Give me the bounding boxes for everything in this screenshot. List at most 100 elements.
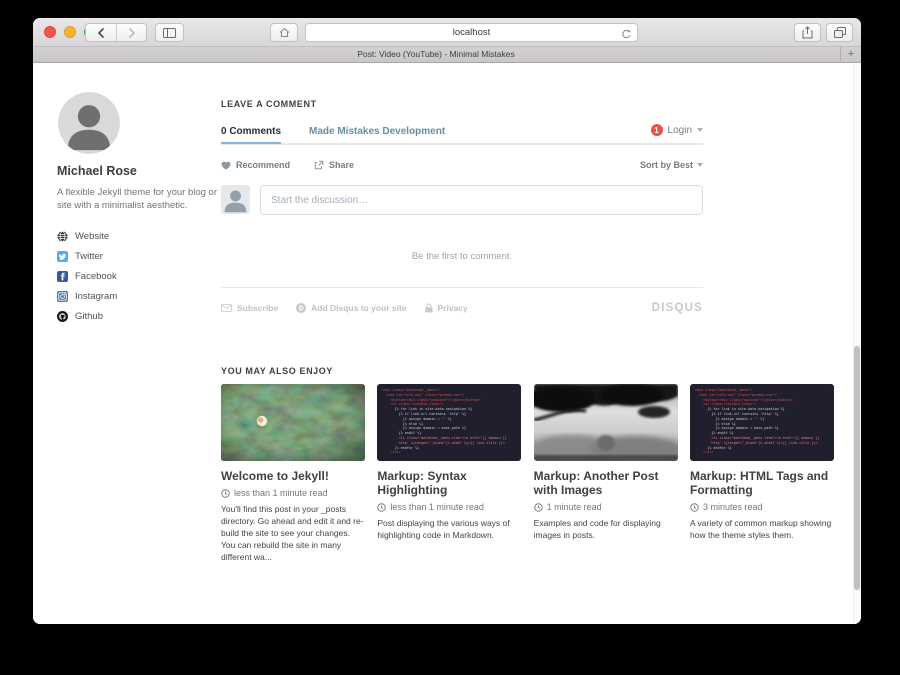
sort-label: Sort by Best xyxy=(640,160,693,170)
disqus-logo[interactable]: DISQUS xyxy=(652,302,703,314)
facebook-icon xyxy=(57,271,68,282)
browser-toolbar: localhost xyxy=(33,18,861,47)
divider xyxy=(221,287,703,288)
safari-window: localhost Post: Video (YouTube) - Minima… xyxy=(33,18,861,624)
privacy-label: Privacy xyxy=(438,303,468,313)
page-content: Michael Rose A flexible Jekyll theme for… xyxy=(33,63,861,624)
login-menu[interactable]: 1 Login xyxy=(651,124,703,136)
moss-photo xyxy=(221,384,365,461)
subscribe-link[interactable]: Subscribe xyxy=(221,303,278,313)
share-label: Share xyxy=(329,160,354,170)
community-link[interactable]: Made Mistakes Development xyxy=(309,126,445,137)
author-sidebar: Michael Rose A flexible Jekyll theme for… xyxy=(57,92,219,326)
recommend-button[interactable]: Recommend xyxy=(221,160,290,170)
code-screenshot: <div class="masthead__menu"> <nav id="si… xyxy=(377,384,521,461)
sidebar-link-label: Website xyxy=(75,231,109,242)
scrollbar-thumb[interactable] xyxy=(854,346,860,590)
chevron-right-icon xyxy=(128,28,136,38)
address-bar[interactable]: localhost xyxy=(305,23,638,42)
sort-by-best-dropdown[interactable]: Sort by Best xyxy=(640,160,703,170)
forward-button[interactable] xyxy=(116,24,146,41)
minimize-window-button[interactable] xyxy=(64,26,76,38)
login-label: Login xyxy=(668,125,692,136)
read-time: 1 minute read xyxy=(534,502,678,512)
author-bio: A flexible Jekyll theme for your blog or… xyxy=(57,186,219,212)
disqus-actions: Recommend Share Sort by Best xyxy=(221,157,703,173)
related-post-card[interactable]: Welcome to Jekyll! less than 1 minute re… xyxy=(221,384,365,563)
clock-icon xyxy=(534,503,543,512)
post-excerpt: A variety of common markup showing how t… xyxy=(690,517,834,541)
tab-overview-button[interactable] xyxy=(826,23,853,42)
sidebar-icon xyxy=(163,28,176,38)
sidebar-item-facebook[interactable]: Facebook xyxy=(57,266,219,286)
disqus-d-icon xyxy=(296,303,306,313)
subscribe-label: Subscribe xyxy=(237,303,278,313)
desktop-background: localhost Post: Video (YouTube) - Minima… xyxy=(0,0,900,675)
post-title[interactable]: Markup: Another Post with Images xyxy=(534,469,678,497)
post-excerpt: You'll find this post in your _posts dir… xyxy=(221,503,365,563)
read-time-label: less than 1 minute read xyxy=(390,502,484,512)
post-title[interactable]: Markup: Syntax Highlighting xyxy=(377,469,521,497)
twitter-icon xyxy=(57,251,68,262)
comment-input[interactable] xyxy=(260,185,703,215)
back-button[interactable] xyxy=(86,24,116,41)
sidebar-link-label: Twitter xyxy=(75,251,103,262)
share-icon xyxy=(314,160,324,170)
add-disqus-label: Add Disqus to your site xyxy=(311,303,406,313)
author-name: Michael Rose xyxy=(57,164,219,178)
disqus-embed: 0 Comments Made Mistakes Development 1 L… xyxy=(221,119,703,145)
instagram-icon xyxy=(57,291,68,302)
globe-icon xyxy=(57,231,68,242)
share-comment-button[interactable]: Share xyxy=(314,160,354,170)
avatar xyxy=(58,92,120,154)
close-window-button[interactable] xyxy=(44,26,56,38)
share-upload-icon xyxy=(802,26,813,39)
you-may-also-enjoy-heading: YOU MAY ALSO ENJOY xyxy=(221,366,333,376)
read-time: 3 minutes read xyxy=(690,502,834,512)
related-post-card[interactable]: <div class="masthead__menu"> <nav id="si… xyxy=(690,384,834,563)
disqus-footer: Subscribe Add Disqus to your site Privac… xyxy=(221,300,703,316)
sidebar-item-github[interactable]: Github xyxy=(57,306,219,326)
person-silhouette-icon xyxy=(58,92,120,154)
add-disqus-link[interactable]: Add Disqus to your site xyxy=(296,303,406,313)
post-excerpt: Post displaying the various ways of high… xyxy=(377,517,521,541)
post-title[interactable]: Markup: HTML Tags and Formatting xyxy=(690,469,834,497)
heart-icon xyxy=(221,161,231,170)
author-links: Website Twitter Facebook xyxy=(57,226,219,326)
new-tab-button[interactable]: + xyxy=(840,47,861,62)
post-excerpt: Examples and code for displaying images … xyxy=(534,517,678,541)
home-button[interactable] xyxy=(270,23,298,42)
person-silhouette-icon xyxy=(221,185,250,214)
read-time-label: 1 minute read xyxy=(547,502,602,512)
tab-bar: Post: Video (YouTube) - Minimal Mistakes… xyxy=(33,47,861,63)
related-posts: Welcome to Jekyll! less than 1 minute re… xyxy=(221,384,834,563)
sidebar-toggle-button[interactable] xyxy=(155,23,184,42)
sidebar-link-label: Github xyxy=(75,311,103,322)
recommend-label: Recommend xyxy=(236,160,290,170)
privacy-link[interactable]: Privacy xyxy=(425,303,468,313)
sidebar-item-instagram[interactable]: Instagram xyxy=(57,286,219,306)
related-post-card[interactable]: <div class="masthead__menu"> <nav id="si… xyxy=(377,384,521,563)
read-time-label: 3 minutes read xyxy=(703,502,763,512)
code-screenshot: <div class="masthead__menu"> <nav id="si… xyxy=(690,384,834,461)
tab-post-video-youtube[interactable]: Post: Video (YouTube) - Minimal Mistakes xyxy=(33,47,839,62)
related-post-card[interactable]: Markup: Another Post with Images 1 minut… xyxy=(534,384,678,563)
refresh-button[interactable] xyxy=(621,27,632,45)
chevron-left-icon xyxy=(97,28,105,38)
sidebar-item-twitter[interactable]: Twitter xyxy=(57,246,219,266)
comment-count-tab[interactable]: 0 Comments xyxy=(221,120,281,144)
empty-comments-message: Be the first to comment. xyxy=(221,251,703,262)
home-icon xyxy=(279,27,290,38)
notification-badge: 1 xyxy=(651,124,663,136)
caret-down-icon xyxy=(697,163,703,167)
sidebar-item-website[interactable]: Website xyxy=(57,226,219,246)
foggy-trees-photo xyxy=(534,384,678,461)
read-time: less than 1 minute read xyxy=(221,488,365,498)
sidebar-link-label: Instagram xyxy=(75,291,117,302)
sidebar-link-label: Facebook xyxy=(75,271,117,282)
clock-icon xyxy=(377,503,386,512)
share-button[interactable] xyxy=(794,23,821,42)
url-text[interactable]: localhost xyxy=(306,24,637,41)
refresh-icon xyxy=(621,29,632,40)
post-title[interactable]: Welcome to Jekyll! xyxy=(221,469,365,483)
